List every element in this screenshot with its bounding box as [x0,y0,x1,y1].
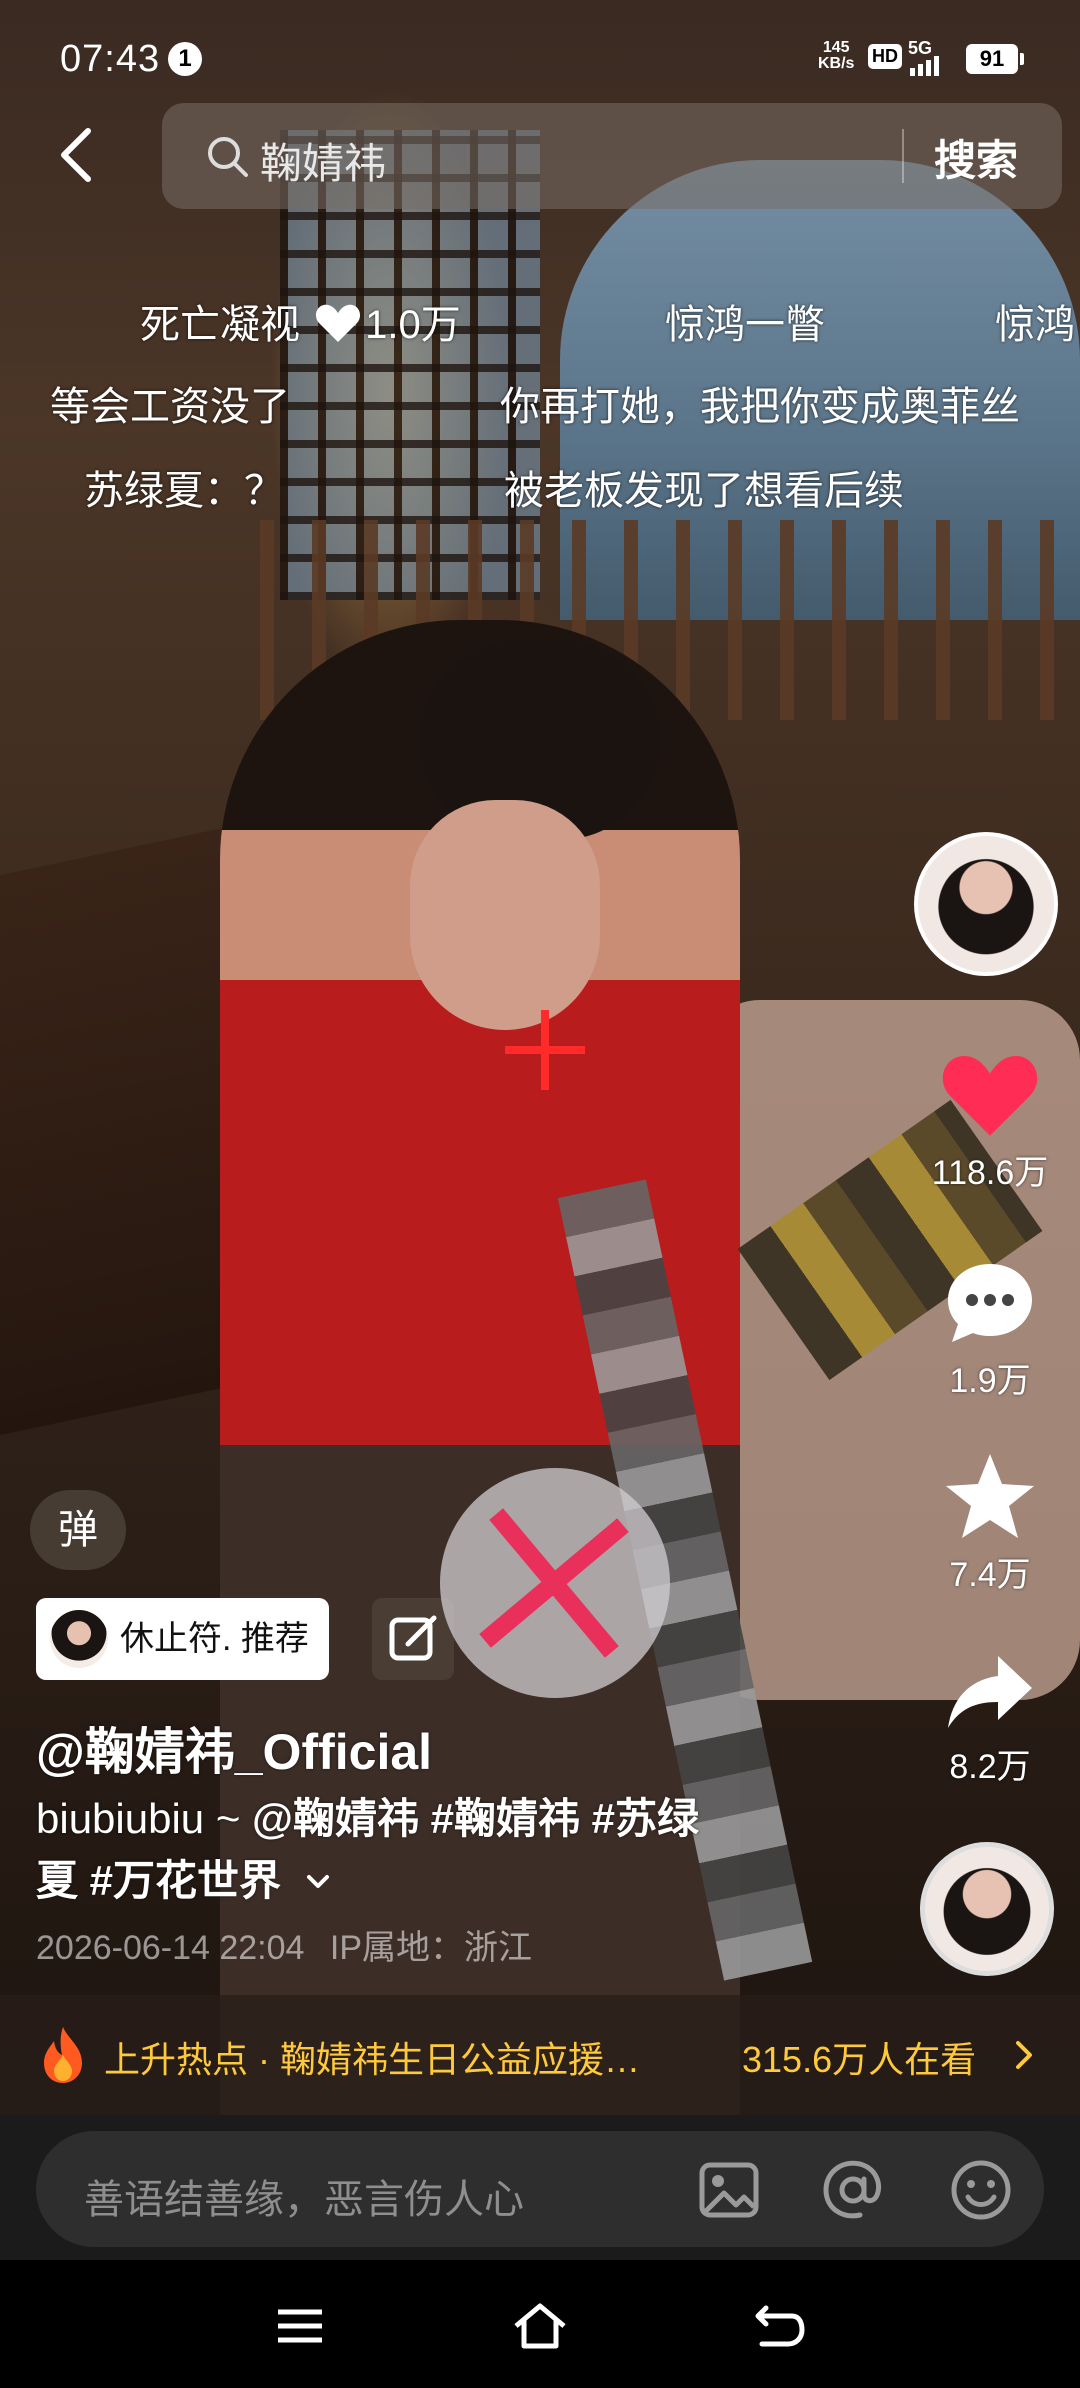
description-tags-continued[interactable]: 夏 #万花世界 [36,1857,281,1904]
share-arrow-icon [948,1656,1032,1728]
emoji-icon[interactable] [948,2157,1014,2223]
heart-icon [942,1055,1038,1136]
danmaku-comment: 死亡凝视 1.0万 [140,292,461,350]
danmaku-comment: 惊鸿 [995,303,1075,347]
status-bar: 07:43 1 145 KB/s HD 5G 91 [0,0,1080,110]
hot-topic-bar[interactable]: 上升热点 · 鞠婧祎生日公益应援… 315.6万人在看 [0,1995,1080,2115]
like-button[interactable]: 118.6万 [910,1050,1070,1194]
close-effect-overlay[interactable] [440,1468,670,1698]
network-speed-unit: KB/s [818,55,855,72]
comment-bubble-icon [948,1264,1032,1342]
network-speed-value: 145 [822,39,850,56]
star-icon [946,1454,1034,1538]
danmaku-comment: 惊鸿一瞥 [665,303,825,347]
notification-badge: 1 [168,42,202,76]
search-bar[interactable]: 鞠婧祎 搜索 [162,103,1062,209]
crosshair-overlay [505,1010,585,1090]
danmaku-comment: 等会工资没了 [50,385,290,429]
comment-placeholder: 善语结善缘，恶言伤人心 [84,2178,524,2222]
heart-icon [316,304,361,342]
danmaku-comment: 你再打她，我把你变成奥菲丝 [500,385,1020,429]
home-icon[interactable] [512,2298,568,2354]
chevron-right-icon [1016,2041,1032,2069]
post-meta: 2026-06-14 22:04 IP属地：浙江 [36,1920,532,1969]
danmaku-comment: 被老板发现了想看后续 [504,469,904,513]
status-time: 07:43 [60,38,161,80]
edit-icon [389,1615,437,1661]
comment-count: 1.9万 [949,1362,1031,1400]
search-button[interactable]: 搜索 [934,127,1018,188]
system-navigation-bar [0,2260,1080,2388]
hot-topic-text: 上升热点 · 鞠婧祎生日公益应援… [104,2039,640,2080]
music-disc-avatar[interactable] [920,1842,1054,1976]
danmaku-toggle-button[interactable]: 弹 [30,1490,126,1570]
author-handle[interactable]: @鞠婧祎_Official [36,1712,432,1784]
favorite-button[interactable]: 7.4万 [910,1450,1070,1596]
post-date: 2026-06-14 22:04 [36,1929,305,1967]
share-count: 8.2万 [949,1748,1031,1786]
comment-input[interactable]: 善语结善缘，恶言伤人心 [36,2131,1044,2247]
creator-avatar[interactable] [914,832,1058,976]
tag-chip-avatar [50,1610,108,1668]
search-icon [208,137,248,177]
hd-indicator: HD [868,44,902,69]
share-button[interactable]: 8.2万 [910,1650,1070,1788]
flame-icon [44,2027,82,2083]
watching-count: 315.6万人在看 [742,2039,977,2080]
description-tags[interactable]: @鞠婧祎 #鞠婧祎 #苏绿 [252,1795,699,1842]
like-count: 118.6万 [931,1154,1049,1192]
tag-chip-label: 休止符. 推荐 [120,1620,309,1658]
search-query[interactable]: 鞠婧祎 [260,130,386,191]
network-speed: 145 KB/s [818,40,854,72]
back-button[interactable] [50,125,110,185]
ip-location: IP属地：浙江 [329,1929,533,1967]
post-description: biubiubiu ~ @鞠婧祎 #鞠婧祎 #苏绿 夏 #万花世界 [36,1788,816,1912]
search-divider [902,129,904,183]
comment-bar: 善语结善缘，恶言伤人心 [0,2115,1080,2260]
image-icon[interactable] [696,2157,762,2223]
subject-face [410,800,600,1030]
favorite-count: 7.4万 [949,1556,1031,1594]
mention-icon[interactable] [820,2157,886,2223]
edit-button[interactable] [372,1598,454,1680]
description-text: biubiubiu ~ [36,1795,253,1842]
danmaku-comment: 苏绿夏：？ [84,469,284,513]
back-nav-icon[interactable] [752,2298,808,2354]
danmaku-like-count: 1.0万 [365,303,461,347]
recommend-tag-chip[interactable]: 休止符. 推荐 [36,1598,329,1680]
chevron-left-icon [61,128,91,182]
menu-icon[interactable] [272,2298,328,2354]
signal-bars-icon [910,56,939,76]
battery-indicator: 91 [966,44,1024,74]
comment-button[interactable]: 1.9万 [910,1258,1070,1402]
danmaku-text: 死亡凝视 [140,303,300,347]
chevron-down-icon[interactable] [301,1865,335,1899]
